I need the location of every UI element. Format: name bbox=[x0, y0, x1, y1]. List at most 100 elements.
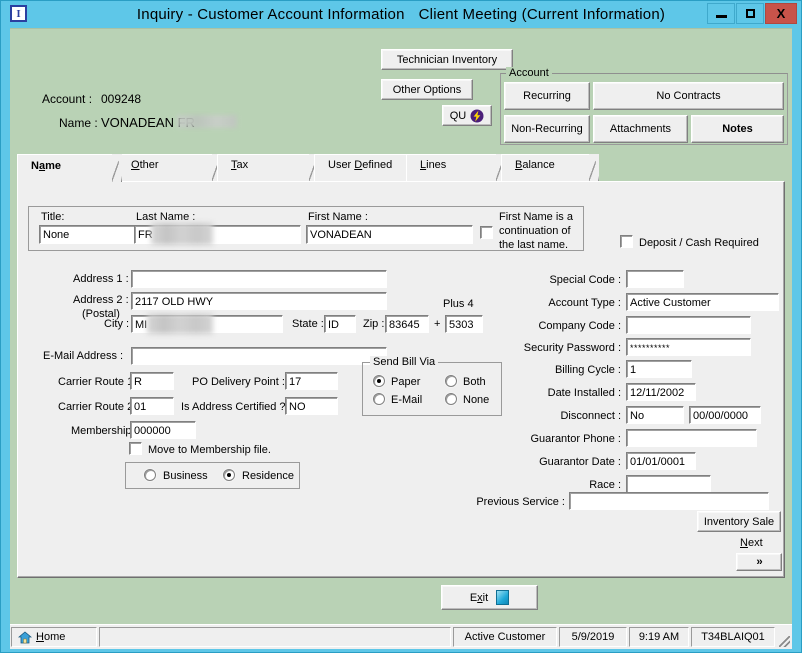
tab-balance[interactable]: Balance bbox=[501, 154, 599, 182]
tab-tax[interactable]: Tax bbox=[217, 154, 319, 182]
address1-input[interactable] bbox=[131, 270, 387, 288]
close-button[interactable]: X bbox=[765, 3, 797, 24]
next-button[interactable]: ›› bbox=[736, 553, 782, 571]
tab-lines[interactable]: Lines bbox=[406, 154, 506, 182]
qu-button[interactable]: QU bbox=[442, 105, 492, 126]
carrier-route1-label: Carrier Route 1 : bbox=[58, 376, 140, 388]
send-bill-both-radio[interactable] bbox=[445, 375, 457, 387]
previous-service-input[interactable] bbox=[569, 492, 769, 510]
continuation-label-line1: First Name is a bbox=[499, 211, 573, 223]
carrier-route2-input[interactable]: 01 bbox=[130, 397, 174, 415]
billing-cycle-input[interactable]: 1 bbox=[626, 360, 692, 378]
tab-user-defined-label: User Defined bbox=[328, 159, 393, 171]
next-chevron-icon: ›› bbox=[756, 556, 762, 568]
status-time-cell: 9:19 AM bbox=[629, 627, 689, 647]
send-bill-none-label: None bbox=[463, 394, 490, 406]
title-input[interactable]: None bbox=[39, 225, 139, 244]
send-bill-paper-radio[interactable] bbox=[373, 375, 385, 387]
race-input[interactable] bbox=[626, 475, 711, 493]
application-window: I Inquiry - Customer Account Information… bbox=[0, 0, 802, 653]
tab-other-label: Other bbox=[131, 159, 159, 171]
status-account-type-cell: Active Customer bbox=[453, 627, 557, 647]
zip-plus-sign: + bbox=[434, 318, 441, 330]
move-to-membership-checkbox[interactable] bbox=[129, 442, 142, 455]
send-bill-both-label: Both bbox=[463, 376, 486, 388]
minimize-button[interactable] bbox=[707, 3, 735, 24]
tab-name-label: Name bbox=[31, 160, 61, 172]
carrier-route1-input[interactable]: R bbox=[130, 372, 174, 390]
address2-input[interactable]: 2117 OLD HWY bbox=[131, 292, 387, 310]
business-radio[interactable] bbox=[144, 469, 156, 481]
account-group-legend: Account bbox=[506, 67, 552, 79]
account-type-input[interactable]: Active Customer bbox=[626, 293, 779, 311]
attachments-button[interactable]: Attachments bbox=[593, 115, 688, 143]
zip-plus4-input[interactable]: 5303 bbox=[445, 315, 483, 333]
no-contracts-button[interactable]: No Contracts bbox=[593, 82, 784, 110]
last-name-redacted-block bbox=[151, 223, 213, 245]
address1-label: Address 1 : bbox=[73, 273, 129, 285]
tab-tax-label: Tax bbox=[231, 159, 249, 171]
state-input[interactable]: ID bbox=[324, 315, 356, 333]
other-options-button[interactable]: Other Options bbox=[381, 79, 473, 100]
membership-input[interactable]: 000000 bbox=[130, 421, 196, 439]
tab-balance-label: Balance bbox=[515, 159, 555, 171]
po-delivery-point-input[interactable]: 17 bbox=[285, 372, 338, 390]
status-message-cell bbox=[99, 627, 451, 647]
non-recurring-button[interactable]: Non-Recurring bbox=[504, 115, 590, 143]
home-label: Home bbox=[36, 631, 66, 643]
first-name-input[interactable]: VONADEAN bbox=[306, 225, 473, 244]
address-certified-input[interactable]: NO bbox=[285, 397, 338, 415]
recurring-button[interactable]: Recurring bbox=[504, 82, 590, 110]
account-label: Account : bbox=[42, 92, 93, 106]
home-button[interactable]: Home bbox=[11, 627, 97, 647]
disconnect-date-input[interactable]: 00/00/0000 bbox=[689, 406, 761, 424]
disconnect-label: Disconnect : bbox=[560, 410, 621, 422]
send-bill-via-group: Send Bill Via bbox=[362, 356, 502, 416]
zip-label: Zip : bbox=[363, 318, 385, 330]
deposit-cash-required-label: Deposit / Cash Required bbox=[639, 237, 759, 249]
tab-strip: Name Other Tax User Defined Lines Balanc… bbox=[17, 154, 785, 184]
disconnect-input[interactable]: No bbox=[626, 406, 684, 424]
special-code-label: Special Code : bbox=[549, 274, 621, 286]
status-bar: Home Active Customer 5/9/2019 9:19 AM T3… bbox=[10, 624, 792, 649]
carrier-route2-label: Carrier Route 2 : bbox=[58, 401, 140, 413]
resize-grip[interactable] bbox=[776, 625, 792, 649]
company-code-input[interactable] bbox=[626, 316, 751, 334]
title-bar: I Inquiry - Customer Account Information… bbox=[1, 1, 801, 27]
exit-button[interactable]: Exit bbox=[441, 585, 538, 610]
notes-label: Notes bbox=[722, 123, 753, 135]
special-code-input[interactable] bbox=[626, 270, 684, 288]
inventory-sale-button[interactable]: Inventory Sale bbox=[697, 511, 781, 532]
email-input[interactable] bbox=[131, 347, 387, 365]
status-terminal-cell: T34BLAIQ01 bbox=[691, 627, 775, 647]
address2-label: Address 2 : bbox=[73, 294, 129, 306]
technician-inventory-button[interactable]: Technician Inventory bbox=[381, 49, 513, 70]
date-installed-label: Date Installed : bbox=[547, 387, 621, 399]
send-bill-email-radio[interactable] bbox=[373, 393, 385, 405]
account-value: 009248 bbox=[101, 92, 142, 106]
guarantor-date-input[interactable]: 01/01/0001 bbox=[626, 452, 696, 470]
first-name-continuation-checkbox[interactable] bbox=[480, 226, 493, 239]
previous-service-label: Previous Service : bbox=[476, 496, 565, 508]
continuation-label-line2: continuation of bbox=[499, 225, 571, 237]
guarantor-phone-input[interactable] bbox=[626, 429, 757, 447]
maximize-button[interactable] bbox=[736, 3, 764, 24]
inventory-sale-label: Inventory Sale bbox=[703, 515, 775, 528]
email-label: E-Mail Address : bbox=[43, 350, 124, 362]
membership-label: Membership : bbox=[71, 425, 138, 437]
send-bill-email-label: E-Mail bbox=[391, 394, 423, 406]
send-bill-none-radio[interactable] bbox=[445, 393, 457, 405]
tab-name[interactable]: Name bbox=[17, 154, 122, 184]
date-installed-input[interactable]: 12/11/2002 bbox=[626, 383, 696, 401]
window-title: Inquiry - Customer Account Information C… bbox=[1, 1, 801, 27]
security-password-input[interactable]: ********** bbox=[626, 338, 751, 356]
guarantor-phone-label: Guarantor Phone : bbox=[530, 433, 621, 445]
zip-input[interactable]: 83645 bbox=[385, 315, 429, 333]
business-label: Business bbox=[163, 470, 208, 482]
first-name-label: First Name : bbox=[308, 211, 368, 223]
deposit-cash-required-checkbox[interactable] bbox=[620, 235, 633, 248]
notes-button[interactable]: Notes bbox=[691, 115, 784, 143]
tab-other[interactable]: Other bbox=[117, 154, 222, 182]
state-label: State : bbox=[292, 318, 324, 330]
residence-radio[interactable] bbox=[223, 469, 235, 481]
